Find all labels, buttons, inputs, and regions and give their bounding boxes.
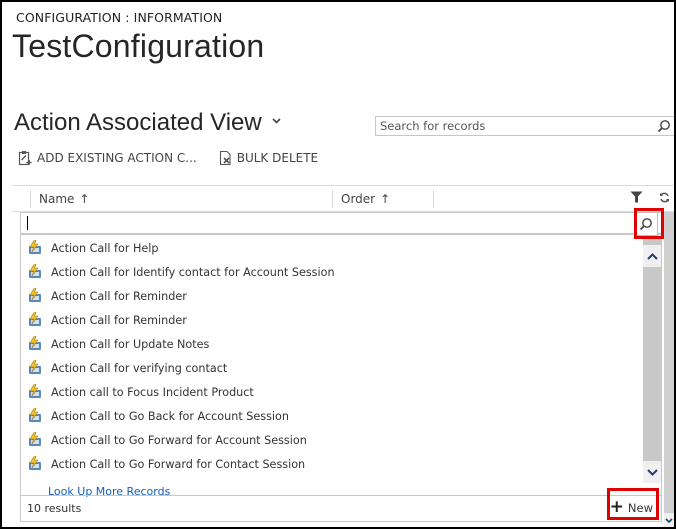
action-call-icon	[29, 264, 41, 278]
search-icon[interactable]	[654, 117, 674, 135]
column-name-label: Name	[39, 191, 75, 206]
breadcrumb: CONFIGURATION : INFORMATION	[16, 10, 223, 25]
action-call-icon	[29, 288, 41, 302]
lookup-result-item[interactable]: Action Call for Reminder	[21, 284, 641, 308]
lookup-result-label: Action call to Focus Incident Product	[51, 385, 254, 399]
lookup-result-item[interactable]: Action Call for Help	[21, 236, 641, 260]
scroll-up-button[interactable]	[643, 245, 661, 267]
view-title: Action Associated View	[14, 109, 262, 136]
lookup-result-item[interactable]: Action Call to Go Forward for Contact Se…	[21, 452, 641, 476]
results-count: 10 results	[27, 502, 82, 515]
chevron-down-icon	[646, 468, 658, 476]
chevron-down-icon	[665, 517, 673, 523]
sort-ascending-icon: ↑	[79, 191, 90, 206]
action-call-icon	[29, 408, 41, 422]
lookup-result-item[interactable]: Action Call for Update Notes	[21, 332, 641, 356]
lookup-result-label: Action Call to Go Forward for Contact Se…	[51, 457, 306, 471]
add-existing-label: ADD EXISTING ACTION C...	[37, 151, 197, 165]
add-existing-icon	[18, 151, 32, 166]
search-records-box	[375, 116, 674, 136]
lookup-result-item[interactable]: Action Call to Go Back for Account Sessi…	[21, 404, 641, 428]
search-records-input[interactable]	[376, 119, 654, 133]
action-call-icon	[29, 456, 41, 470]
column-header-order[interactable]: Order ↑	[333, 192, 433, 206]
action-call-icon	[29, 336, 41, 350]
action-call-icon	[29, 360, 41, 374]
lookup-result-item[interactable]: Action call to Focus Incident Product	[21, 380, 641, 404]
action-call-icon	[29, 312, 41, 326]
add-existing-button[interactable]: ADD EXISTING ACTION C...	[18, 150, 197, 166]
action-call-icon	[29, 240, 41, 254]
lookup-result-label: Action Call for Update Notes	[51, 337, 210, 351]
plus-icon: +	[609, 497, 624, 517]
search-icon	[639, 218, 652, 231]
lookup-result-label: Action Call for Identify contact for Acc…	[51, 265, 335, 279]
action-call-icon	[29, 384, 41, 398]
new-record-button[interactable]: + New	[610, 499, 653, 516]
command-bar: ADD EXISTING ACTION C... BULK DELETE	[18, 150, 340, 166]
lookup-result-label: Action Call for verifying contact	[51, 361, 228, 375]
lookup-input[interactable]	[21, 213, 661, 233]
refresh-icon[interactable]	[659, 192, 670, 203]
lookup-result-label: Action Call for Help	[51, 241, 159, 255]
record-title: TestConfiguration	[12, 28, 265, 64]
chevron-down-icon	[272, 115, 281, 127]
view-selector[interactable]: Action Associated View	[14, 109, 281, 137]
lookup-search-button[interactable]	[634, 212, 658, 236]
column-separator	[433, 189, 434, 208]
page-scrollbar[interactable]	[664, 212, 674, 527]
column-header-name[interactable]: Name ↑	[31, 192, 332, 206]
bulk-delete-button[interactable]: BULK DELETE	[219, 150, 318, 166]
lookup-flyout: Action Call for Help Action Call for Ide…	[20, 212, 662, 522]
lookup-result-item[interactable]: Action Call to Go Forward for Account Se…	[21, 428, 641, 452]
lookup-footer: 10 results + New	[21, 495, 661, 521]
lookup-input-row	[21, 212, 661, 236]
app-window: CONFIGURATION : INFORMATION TestConfigur…	[2, 2, 674, 527]
sort-ascending-icon: ↑	[380, 191, 391, 206]
scroll-down-button[interactable]	[643, 461, 661, 483]
lookup-result-label: Action Call to Go Back for Account Sessi…	[51, 409, 289, 423]
bulk-delete-label: BULK DELETE	[236, 151, 319, 165]
column-order-label: Order	[341, 191, 376, 206]
lookup-result-item[interactable]: Action Call for verifying contact	[21, 356, 641, 380]
bulk-delete-icon	[219, 150, 231, 166]
grid-header: Name ↑ Order ↑	[12, 186, 674, 211]
lookup-result-label: Action Call for Reminder	[51, 313, 187, 327]
action-call-icon	[29, 432, 41, 446]
filter-icon[interactable]	[630, 191, 643, 203]
text-caret	[27, 216, 28, 230]
chevron-up-icon	[646, 252, 658, 260]
lookup-result-label: Action Call for Reminder	[51, 289, 187, 303]
lookup-results-list: Action Call for Help Action Call for Ide…	[21, 236, 641, 482]
lookup-scrollbar[interactable]	[643, 237, 661, 483]
page-scroll-down-button[interactable]	[664, 513, 674, 527]
lookup-result-item[interactable]: Action Call for Identify contact for Acc…	[21, 260, 641, 284]
lookup-result-label: Action Call to Go Forward for Account Se…	[51, 433, 307, 447]
new-label: New	[627, 500, 653, 515]
lookup-result-item[interactable]: Action Call for Reminder	[21, 308, 641, 332]
